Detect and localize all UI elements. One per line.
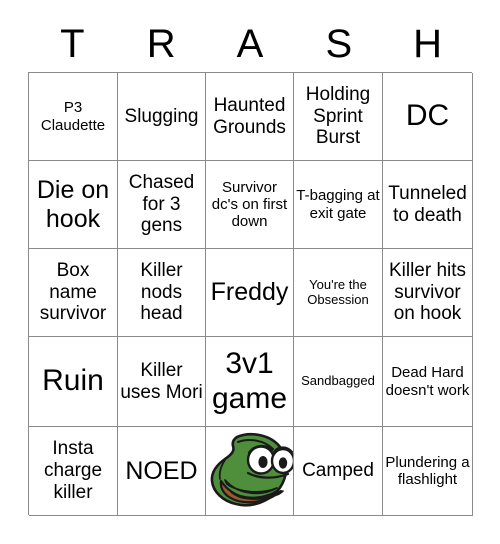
bingo-cell-label: NOED (125, 456, 198, 485)
pepe-frog-icon (206, 427, 293, 515)
bingo-cell-r4c2[interactable]: Killer uses Mori (118, 337, 206, 427)
bingo-header-letters: T R A S H (28, 16, 472, 72)
bingo-cell-r2c4[interactable]: T-bagging at exit gate (294, 161, 383, 249)
header-letter-1: T (60, 22, 85, 66)
bingo-cell-r4c3[interactable]: 3v1 game (206, 337, 294, 427)
bingo-cell-r5c2[interactable]: NOED (118, 427, 206, 516)
bingo-cell-label: Holding Sprint Burst (305, 83, 371, 149)
bingo-cell-label: Freddy (210, 278, 289, 307)
bingo-cell-label: Box name survivor (39, 259, 107, 325)
bingo-cell-r5c1[interactable]: Insta charge killer (29, 427, 118, 516)
bingo-cell-r3c2[interactable]: Killer nods head (118, 249, 206, 337)
bingo-cell-label: T-bagging at exit gate (296, 187, 380, 222)
bingo-cell-label: 3v1 game (211, 347, 288, 415)
bingo-cell-r2c2[interactable]: Chased for 3 gens (118, 161, 206, 249)
bingo-cell-r4c4[interactable]: Sandbagged (294, 337, 383, 427)
bingo-cell-label: Killer nods head (140, 259, 183, 325)
bingo-grid: P3 Claudette Slugging Haunted Grounds Ho… (28, 72, 473, 516)
bingo-cell-r2c5[interactable]: Tunneled to death (383, 161, 473, 249)
bingo-cell-label: You're the Obsession (307, 276, 369, 307)
bingo-cell-r1c2[interactable]: Slugging (118, 73, 206, 161)
bingo-cell-r5c4[interactable]: Camped (294, 427, 383, 516)
bingo-cell-r1c3[interactable]: Haunted Grounds (206, 73, 294, 161)
header-letter-4: S (325, 22, 353, 66)
bingo-cell-label: Dead Hard doesn't work (385, 364, 470, 399)
bingo-cell-r4c1[interactable]: Ruin (29, 337, 118, 427)
bingo-cell-r5c3[interactable] (206, 427, 294, 516)
header-letter-3: A (236, 22, 264, 66)
bingo-cell-r3c5[interactable]: Killer hits survivor on hook (383, 249, 473, 337)
bingo-cell-r5c5[interactable]: Plundering a flashlight (383, 427, 473, 516)
bingo-cell-r1c1[interactable]: P3 Claudette (29, 73, 118, 161)
bingo-cell-r2c3[interactable]: Survivor dc's on first down (206, 161, 294, 249)
bingo-cell-label: Killer uses Mori (120, 359, 203, 403)
bingo-cell-label: Tunneled to death (388, 182, 467, 226)
bingo-cell-label: Survivor dc's on first down (211, 178, 288, 231)
bingo-cell-label: Haunted Grounds (213, 94, 286, 138)
bingo-card: T R A S H P3 Claudette Slugging Haunted … (0, 0, 500, 544)
bingo-cell-label: Insta charge killer (43, 438, 103, 503)
header-letter-5: H (413, 22, 443, 66)
bingo-cell-label: P3 Claudette (40, 99, 106, 134)
bingo-cell-r1c5[interactable]: DC (383, 73, 473, 161)
bingo-cell-r3c3[interactable]: Freddy (206, 249, 294, 337)
bingo-cell-label: Camped (302, 460, 374, 482)
bingo-cell-label: Killer hits survivor on hook (388, 259, 467, 325)
bingo-cell-label: DC (405, 99, 450, 133)
bingo-cell-label: Slugging (124, 105, 199, 127)
bingo-cell-r3c4[interactable]: You're the Obsession (294, 249, 383, 337)
header-letter-2: R (146, 22, 176, 66)
bingo-cell-label: Sandbagged (301, 373, 375, 389)
bingo-cell-label: Die on hook (36, 175, 110, 233)
bingo-cell-r3c1[interactable]: Box name survivor (29, 249, 118, 337)
bingo-cell-label: Plundering a flashlight (385, 453, 470, 488)
bingo-cell-label: Ruin (42, 364, 104, 398)
bingo-cell-label: Chased for 3 gens (128, 171, 195, 237)
bingo-cell-r2c1[interactable]: Die on hook (29, 161, 118, 249)
bingo-cell-r4c5[interactable]: Dead Hard doesn't work (383, 337, 473, 427)
bingo-cell-r1c4[interactable]: Holding Sprint Burst (294, 73, 383, 161)
